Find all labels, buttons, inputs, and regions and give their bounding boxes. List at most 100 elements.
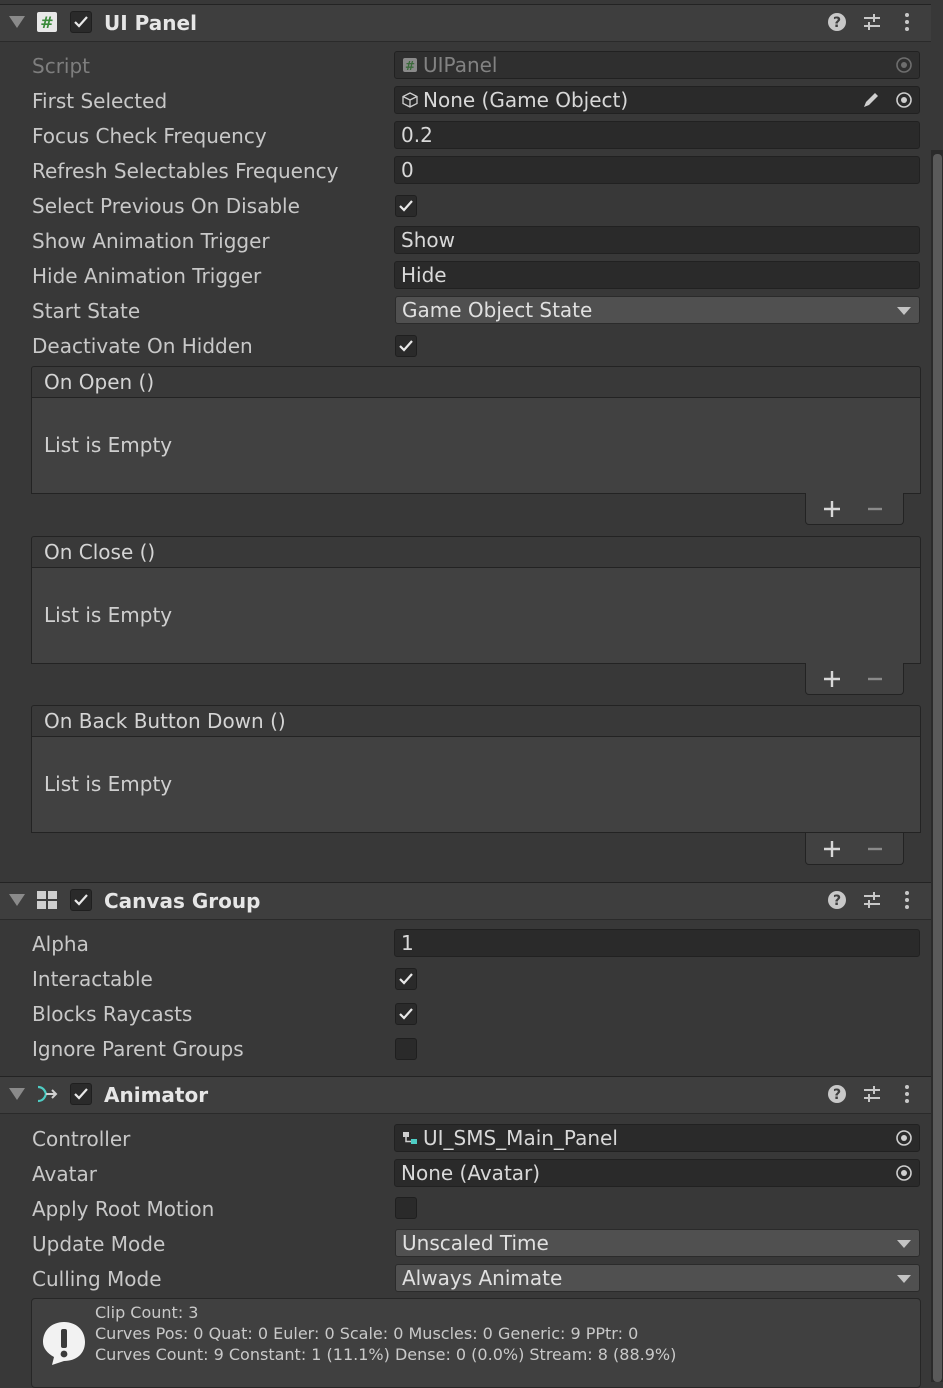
canvas-group-icon (37, 891, 57, 909)
on-open-event-list: List is Empty (31, 398, 921, 494)
dropdown-arrow-icon (897, 1240, 911, 1248)
script-hash-icon: # (403, 58, 417, 73)
svg-text:#: # (405, 59, 415, 73)
canvas-group-header[interactable]: Canvas Group ? (0, 882, 931, 920)
controller-label: Controller (32, 1127, 131, 1151)
blocks-raycasts-label: Blocks Raycasts (32, 1002, 193, 1026)
help-icon[interactable]: ? (826, 889, 848, 911)
deactivate-hidden-label: Deactivate On Hidden (32, 334, 253, 358)
foldout-arrow-icon[interactable] (9, 1088, 25, 1100)
on-close-event-list: List is Empty (31, 568, 921, 664)
svg-text:#: # (40, 13, 53, 32)
interactable-label: Interactable (32, 967, 153, 991)
preset-icon[interactable] (861, 889, 883, 911)
object-picker-icon[interactable] (895, 1164, 913, 1182)
focus-check-label: Focus Check Frequency (32, 124, 267, 148)
kebab-menu-icon[interactable] (896, 889, 918, 911)
update-mode-dropdown[interactable]: Unscaled Time (395, 1229, 920, 1257)
first-selected-value: None (Game Object) (423, 88, 629, 112)
animator-info-box: Clip Count: 3 Curves Pos: 0 Quat: 0 Eule… (31, 1298, 921, 1388)
on-back-button-event-list: List is Empty (31, 737, 921, 833)
focus-check-input[interactable]: 0.2 (394, 121, 920, 149)
culling-mode-dropdown[interactable]: Always Animate (395, 1264, 920, 1292)
show-trigger-input[interactable]: Show (394, 226, 920, 254)
plus-icon[interactable] (823, 500, 841, 518)
controller-field[interactable]: UI_SMS_Main_Panel (394, 1124, 920, 1152)
help-icon[interactable]: ? (826, 11, 848, 33)
object-picker-icon[interactable] (895, 91, 913, 109)
ignore-parent-groups-label: Ignore Parent Groups (32, 1037, 244, 1061)
minus-icon[interactable] (866, 500, 884, 518)
script-field: # UIPanel (394, 51, 920, 79)
show-trigger-label: Show Animation Trigger (32, 229, 270, 253)
on-open-event-buttons (805, 493, 904, 525)
kebab-menu-icon[interactable] (896, 11, 918, 33)
dropdown-arrow-icon (897, 307, 911, 315)
component-title: Animator (104, 1083, 209, 1107)
animator-enabled-checkbox[interactable] (70, 1083, 92, 1105)
svg-text:?: ? (833, 15, 841, 31)
script-hash-icon: # (37, 12, 57, 32)
apply-root-motion-checkbox[interactable] (395, 1197, 417, 1219)
update-mode-value: Unscaled Time (402, 1231, 549, 1255)
animator-controller-icon (403, 1132, 417, 1144)
on-back-button-event-buttons (805, 833, 904, 865)
ignore-parent-groups-checkbox[interactable] (395, 1038, 417, 1060)
ui-panel-enabled-checkbox[interactable] (70, 11, 92, 33)
on-close-event-buttons (805, 663, 904, 695)
foldout-arrow-icon[interactable] (9, 16, 25, 28)
start-state-dropdown[interactable]: Game Object State (395, 296, 920, 324)
scrollbar-thumb[interactable] (933, 154, 942, 1382)
refresh-selectables-input[interactable]: 0 (394, 156, 920, 184)
object-picker-icon (896, 57, 912, 73)
first-selected-label: First Selected (32, 89, 168, 113)
svg-text:?: ? (833, 893, 841, 909)
select-previous-checkbox[interactable] (395, 195, 417, 217)
culling-mode-value: Always Animate (402, 1266, 563, 1290)
info-line: Curves Pos: 0 Quat: 0 Euler: 0 Scale: 0 … (95, 1324, 639, 1343)
alpha-input[interactable]: 1 (394, 929, 920, 957)
foldout-arrow-icon[interactable] (9, 894, 25, 906)
interactable-checkbox[interactable] (395, 968, 417, 990)
on-open-event-header: On Open () (31, 366, 921, 398)
avatar-field[interactable]: None (Avatar) (394, 1159, 920, 1187)
game-object-icon (402, 92, 418, 108)
plus-icon[interactable] (823, 670, 841, 688)
minus-icon[interactable] (866, 670, 884, 688)
help-icon[interactable]: ? (826, 1083, 848, 1105)
start-state-value: Game Object State (402, 298, 593, 322)
minus-icon[interactable] (866, 840, 884, 858)
update-mode-label: Update Mode (32, 1232, 166, 1256)
animator-header[interactable]: Animator ? (0, 1076, 931, 1114)
blocks-raycasts-checkbox[interactable] (395, 1003, 417, 1025)
pencil-icon[interactable] (861, 90, 881, 110)
component-title: UI Panel (104, 11, 197, 35)
start-state-label: Start State (32, 299, 141, 323)
on-close-event-header: On Close () (31, 536, 921, 568)
preset-icon[interactable] (861, 11, 883, 33)
culling-mode-label: Culling Mode (32, 1267, 162, 1291)
alpha-label: Alpha (32, 932, 89, 956)
avatar-value: None (Avatar) (401, 1161, 541, 1185)
object-picker-icon[interactable] (895, 1129, 913, 1147)
svg-text:?: ? (833, 1087, 841, 1103)
info-icon (43, 1322, 85, 1365)
ui-panel-header[interactable]: # UI Panel ? (0, 4, 931, 42)
component-title: Canvas Group (104, 889, 261, 913)
preset-icon[interactable] (861, 1083, 883, 1105)
deactivate-hidden-checkbox[interactable] (395, 335, 417, 357)
dropdown-arrow-icon (897, 1275, 911, 1283)
kebab-menu-icon[interactable] (896, 1083, 918, 1105)
plus-icon[interactable] (823, 840, 841, 858)
canvas-group-enabled-checkbox[interactable] (70, 889, 92, 911)
info-line: Curves Count: 9 Constant: 1 (11.1%) Dens… (95, 1345, 677, 1364)
apply-root-motion-label: Apply Root Motion (32, 1197, 215, 1221)
refresh-selectables-label: Refresh Selectables Frequency (32, 159, 339, 183)
select-previous-label: Select Previous On Disable (32, 194, 300, 218)
first-selected-field[interactable]: None (Game Object) (394, 86, 920, 114)
script-value: UIPanel (423, 53, 498, 77)
controller-value: UI_SMS_Main_Panel (423, 1126, 618, 1150)
animator-icon (37, 1085, 58, 1103)
script-label: Script (32, 54, 91, 78)
hide-trigger-input[interactable]: Hide (394, 261, 920, 289)
